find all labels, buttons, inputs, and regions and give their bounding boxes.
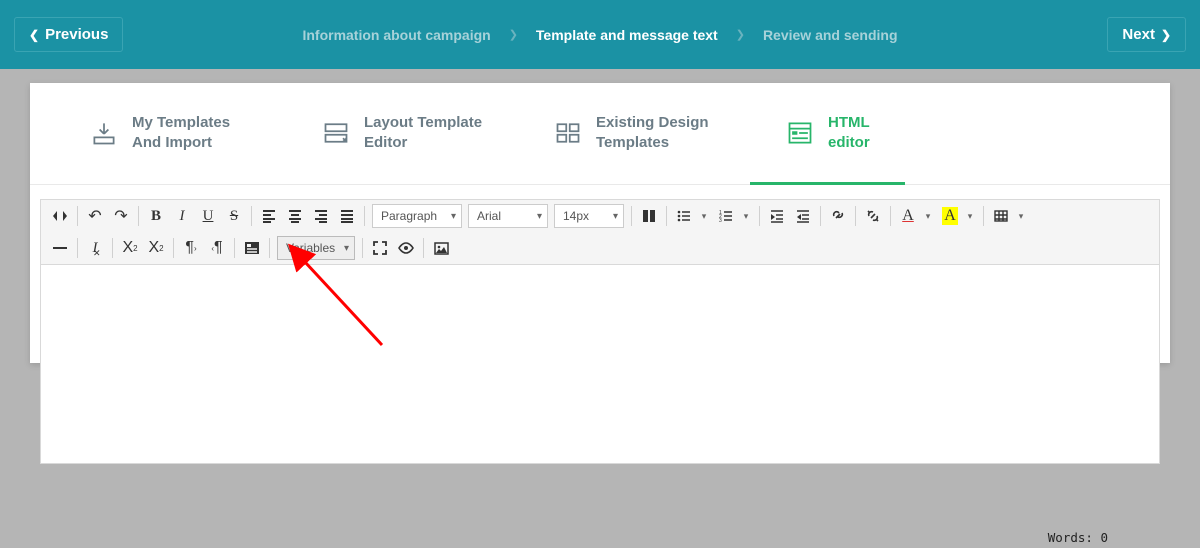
indent-button[interactable] (765, 204, 789, 228)
redo-button[interactable]: ↷ (109, 204, 133, 228)
text-color-button[interactable]: A (896, 204, 920, 228)
words-label: Words: (1048, 530, 1093, 545)
main-panel: My Templates And Import Layout Template … (30, 83, 1170, 363)
insert-template-button[interactable] (240, 236, 264, 260)
editor-content-area[interactable] (40, 264, 1160, 464)
toolbar-separator (820, 206, 821, 226)
toolbar-separator (423, 238, 424, 258)
horizontal-rule-button[interactable] (48, 236, 72, 260)
editor-container: ↶ ↷ B I U S Paragraph Arial 14px ▾ 123 ▾ (30, 185, 1170, 464)
align-right-button[interactable] (309, 204, 333, 228)
toolbar-separator (77, 206, 78, 226)
insert-columns-button[interactable] (637, 204, 661, 228)
align-center-button[interactable] (283, 204, 307, 228)
editor-toolbar: ↶ ↷ B I U S Paragraph Arial 14px ▾ 123 ▾ (40, 199, 1160, 264)
toolbar-separator (631, 206, 632, 226)
chevron-right-icon: ❯ (736, 28, 745, 41)
text-color-dropdown[interactable]: ▾ (921, 204, 935, 228)
underline-button[interactable]: U (196, 204, 220, 228)
toolbar-separator (234, 238, 235, 258)
ltr-button[interactable]: ¶› (179, 236, 203, 260)
source-code-button[interactable] (48, 204, 72, 228)
bold-button[interactable]: B (144, 204, 168, 228)
rtl-button[interactable]: ‹¶ (205, 236, 229, 260)
font-family-select[interactable]: Arial (468, 204, 548, 228)
html-editor-icon (786, 119, 814, 147)
toolbar-separator (759, 206, 760, 226)
step-review[interactable]: Review and sending (763, 27, 898, 43)
layout-editor-icon (322, 119, 350, 147)
image-button[interactable] (429, 236, 453, 260)
chevron-left-icon: ❮ (29, 28, 39, 42)
clear-format-button[interactable]: I✕ (83, 236, 107, 260)
active-tab-underline (750, 182, 905, 185)
toolbar-separator (855, 206, 856, 226)
link-button[interactable] (826, 204, 850, 228)
toolbar-separator (77, 238, 78, 258)
next-button-label: Next (1122, 26, 1155, 43)
unordered-list-button[interactable] (672, 204, 696, 228)
table-button[interactable] (989, 204, 1013, 228)
outdent-button[interactable] (791, 204, 815, 228)
step-information[interactable]: Information about campaign (302, 27, 490, 43)
chevron-right-icon: ❯ (1161, 28, 1171, 42)
align-left-button[interactable] (257, 204, 281, 228)
words-count: 0 (1100, 530, 1108, 545)
tab-html-editor[interactable]: HTML editor (786, 113, 888, 172)
unlink-button[interactable] (861, 204, 885, 228)
toolbar-separator (251, 206, 252, 226)
italic-button[interactable]: I (170, 204, 194, 228)
ordered-list-dropdown[interactable]: ▾ (739, 204, 753, 228)
tab-label: Existing Design Templates (596, 113, 726, 152)
grid-columns-icon (554, 119, 582, 147)
status-bar: Words: 0 (1048, 530, 1108, 545)
ordered-list-button[interactable]: 123 (714, 204, 738, 228)
previous-button[interactable]: ❮ Previous (14, 17, 123, 52)
bg-color-button[interactable]: A (938, 204, 962, 228)
preview-button[interactable] (394, 236, 418, 260)
toolbar-separator (362, 238, 363, 258)
topbar: ❮ Previous Information about campaign ❯ … (0, 0, 1200, 69)
superscript-button[interactable]: X2 (144, 236, 168, 260)
next-button[interactable]: Next ❯ (1107, 17, 1186, 52)
tab-layout-editor[interactable]: Layout Template Editor (322, 113, 494, 172)
tab-my-templates[interactable]: My Templates And Import (90, 113, 262, 172)
unordered-list-dropdown[interactable]: ▾ (697, 204, 711, 228)
strikethrough-button[interactable]: S (222, 204, 246, 228)
toolbar-separator (112, 238, 113, 258)
table-dropdown[interactable]: ▾ (1014, 204, 1028, 228)
font-size-select[interactable]: 14px (554, 204, 624, 228)
bg-color-dropdown[interactable]: ▾ (963, 204, 977, 228)
paragraph-format-select[interactable]: Paragraph (372, 204, 462, 228)
wizard-steps: Information about campaign ❯ Template an… (302, 27, 897, 43)
download-box-icon (90, 119, 118, 147)
previous-button-label: Previous (45, 26, 108, 43)
toolbar-separator (173, 238, 174, 258)
tab-existing-designs[interactable]: Existing Design Templates (554, 113, 726, 172)
variables-select[interactable]: Variables (277, 236, 355, 260)
align-justify-button[interactable] (335, 204, 359, 228)
tab-label: My Templates And Import (132, 113, 262, 152)
subscript-button[interactable]: X2 (118, 236, 142, 260)
toolbar-separator (269, 238, 270, 258)
toolbar-separator (890, 206, 891, 226)
fullscreen-button[interactable] (368, 236, 392, 260)
editor-tabs: My Templates And Import Layout Template … (30, 83, 1170, 185)
svg-text:3: 3 (719, 218, 722, 223)
chevron-right-icon: ❯ (509, 28, 518, 41)
undo-button[interactable]: ↶ (83, 204, 107, 228)
toolbar-separator (983, 206, 984, 226)
step-template[interactable]: Template and message text (536, 27, 718, 43)
toolbar-separator (364, 206, 365, 226)
tab-label: HTML editor (828, 113, 888, 152)
toolbar-separator (138, 206, 139, 226)
tab-label: Layout Template Editor (364, 113, 494, 152)
toolbar-separator (666, 206, 667, 226)
